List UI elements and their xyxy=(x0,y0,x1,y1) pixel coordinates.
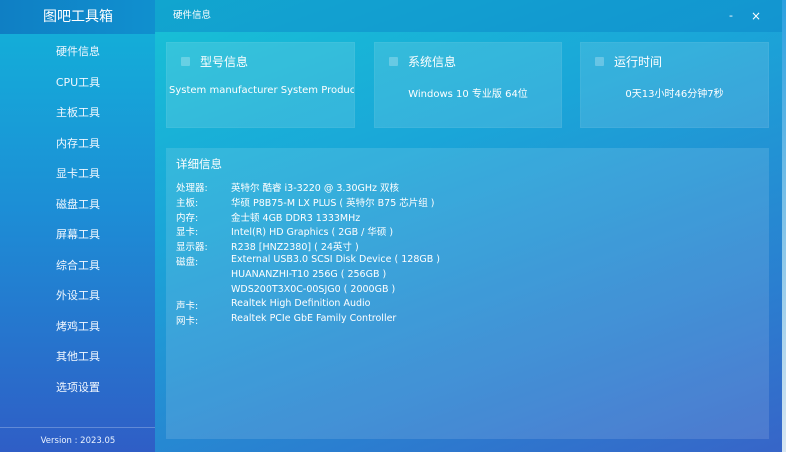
sidebar-item-gpu-tools[interactable]: 显卡工具 xyxy=(0,159,156,190)
detail-key: 内存: xyxy=(176,212,199,224)
detail-value: Intel(R) HD Graphics ( 2GB / 华硕 ) xyxy=(231,227,394,239)
system-info-value: Windows 10 专业版 64位 xyxy=(408,89,528,100)
detail-row-monitor: 显示器: R238 [HNZ2380] ( 24英寸 ) xyxy=(176,239,440,254)
system-info-title: 系统信息 xyxy=(408,54,457,69)
sidebar-item-general-tools[interactable]: 综合工具 xyxy=(0,251,156,282)
uptime-card: 运行时间 0天13小时46分钟7秒 xyxy=(580,42,769,128)
window-edge xyxy=(782,0,786,452)
main-panel: 硬件信息 - × 型号信息 System manufacturer System… xyxy=(155,0,782,452)
sidebar-item-hardware-info[interactable]: 硬件信息 xyxy=(0,37,156,68)
minimize-button[interactable]: - xyxy=(724,9,738,23)
windows-icon xyxy=(389,56,398,66)
detail-value: HUANANZHI-T10 256G ( 256GB ) xyxy=(231,268,387,280)
app-window: 图吧工具箱 硬件信息 CPU工具 主板工具 内存工具 显卡工具 磁盘工具 屏幕工… xyxy=(0,0,786,452)
detail-key: 磁盘: xyxy=(176,256,199,268)
sidebar: 图吧工具箱 硬件信息 CPU工具 主板工具 内存工具 显卡工具 磁盘工具 屏幕工… xyxy=(0,0,156,452)
detail-row-cpu: 处理器: 英特尔 酷睿 i3-3220 @ 3.30GHz 双核 xyxy=(176,180,440,195)
detail-value: R238 [HNZ2380] ( 24英寸 ) xyxy=(231,242,359,254)
sidebar-item-memory-tools[interactable]: 内存工具 xyxy=(0,129,156,160)
detail-list: 处理器: 英特尔 酷睿 i3-3220 @ 3.30GHz 双核 主板: 华硕 P8… xyxy=(176,180,440,328)
sidebar-item-peripheral-tools[interactable]: 外设工具 xyxy=(0,281,156,312)
detail-key: 主板: xyxy=(176,197,199,209)
model-info-value: System manufacturer System Product N xyxy=(169,85,355,96)
model-info-header: 型号信息 xyxy=(181,53,248,69)
detail-row-audio: 声卡: Realtek High Definition Audio xyxy=(176,298,440,313)
detail-value: WDS200T3X0C-00SJG0 ( 2000GB ) xyxy=(231,283,396,295)
detail-key: 处理器: xyxy=(176,183,208,194)
sidebar-divider xyxy=(0,427,156,428)
sidebar-item-settings[interactable]: 选项设置 xyxy=(0,373,156,404)
sidebar-item-disk-tools[interactable]: 磁盘工具 xyxy=(0,190,156,221)
system-info-card: 系统信息 Windows 10 专业版 64位 xyxy=(374,42,562,128)
detail-value: Realtek High Definition Audio xyxy=(231,298,371,310)
detail-key: 声卡: xyxy=(176,301,199,313)
window-title: 硬件信息 xyxy=(173,10,212,21)
uptime-value: 0天13小时46分钟7秒 xyxy=(625,89,724,100)
detail-value: External USB3.0 SCSI Disk Device ( 128GB… xyxy=(231,253,440,265)
detail-title: 详细信息 xyxy=(176,157,222,171)
detail-panel: 详细信息 处理器: 英特尔 酷睿 i3-3220 @ 3.30GHz 双核 主板:… xyxy=(166,148,769,439)
detail-row-motherboard: 主板: 华硕 P8B75-M LX PLUS ( 英特尔 B75 芯片组 ) xyxy=(176,195,440,210)
detail-row-gpu: 显卡: Intel(R) HD Graphics ( 2GB / 华硕 ) xyxy=(176,224,440,239)
sidebar-item-motherboard-tools[interactable]: 主板工具 xyxy=(0,98,156,129)
detail-row-disk-2: HUANANZHI-T10 256G ( 256GB ) xyxy=(176,269,440,284)
detail-key: 网卡: xyxy=(176,316,199,328)
detail-row-disk-3: WDS200T3X0C-00SJG0 ( 2000GB ) xyxy=(176,284,440,299)
detail-key xyxy=(176,269,231,284)
model-info-card: 型号信息 System manufacturer System Product … xyxy=(166,42,355,128)
sidebar-item-screen-tools[interactable]: 屏幕工具 xyxy=(0,220,156,251)
uptime-header: 运行时间 xyxy=(595,53,662,69)
detail-value: 华硕 P8B75-M LX PLUS ( 英特尔 B75 芯片组 ) xyxy=(231,197,435,209)
detail-row-memory: 内存: 金士顿 4GB DDR3 1333MHz xyxy=(176,210,440,225)
sidebar-item-other-tools[interactable]: 其他工具 xyxy=(0,342,156,373)
uptime-title: 运行时间 xyxy=(614,54,663,69)
sidebar-menu: 硬件信息 CPU工具 主板工具 内存工具 显卡工具 磁盘工具 屏幕工具 综合工具… xyxy=(0,37,156,403)
system-info-header: 系统信息 xyxy=(389,53,456,69)
sidebar-item-stress-tools[interactable]: 烤鸡工具 xyxy=(0,312,156,343)
version-label: Version : 2023.05 xyxy=(40,436,116,446)
model-info-title: 型号信息 xyxy=(200,54,249,69)
detail-row-network: 网卡: Realtek PCIe GbE Family Controller xyxy=(176,313,440,328)
detail-row-disk: 磁盘: External USB3.0 SCSI Disk Device ( 12… xyxy=(176,254,440,269)
detail-value: Realtek PCIe GbE Family Controller xyxy=(231,313,397,325)
detail-value: 英特尔 酷睿 i3-3220 @ 3.30GHz 双核 xyxy=(231,183,400,194)
clock-icon xyxy=(595,56,604,66)
app-title: 图吧工具箱 xyxy=(0,0,156,34)
detail-key: 显示器: xyxy=(176,242,208,254)
model-info-icon xyxy=(181,56,190,66)
detail-key: 显卡: xyxy=(176,227,199,239)
detail-value: 金士顿 4GB DDR3 1333MHz xyxy=(231,212,361,224)
close-button[interactable]: × xyxy=(749,9,763,23)
sidebar-item-cpu-tools[interactable]: CPU工具 xyxy=(0,68,156,99)
title-bar[interactable]: 硬件信息 - × xyxy=(155,0,782,32)
detail-key xyxy=(176,284,231,299)
